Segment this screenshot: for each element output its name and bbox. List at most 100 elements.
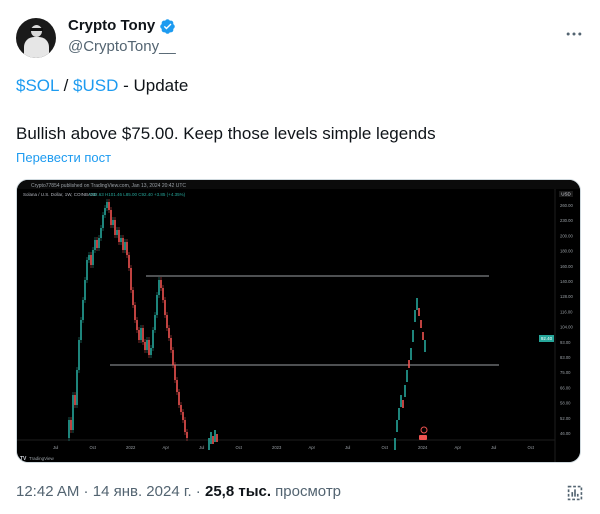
time-tick-label: Jul bbox=[53, 445, 58, 450]
candle bbox=[418, 308, 420, 316]
cashtag-sol[interactable]: $SOL bbox=[16, 76, 59, 95]
candle bbox=[186, 432, 188, 438]
author-handle[interactable]: @CryptoTony__ bbox=[68, 37, 176, 57]
candle bbox=[396, 420, 398, 432]
candle bbox=[184, 420, 186, 432]
title-suffix: - Update bbox=[118, 76, 189, 95]
candle bbox=[406, 370, 408, 382]
candle bbox=[160, 280, 162, 288]
candle bbox=[110, 210, 112, 225]
price-tick-label: 66.00 bbox=[560, 385, 571, 390]
candle bbox=[126, 242, 128, 255]
time-tick-label: 2023 bbox=[272, 445, 282, 450]
candle bbox=[212, 436, 214, 444]
price-chart: Crypto77854 published on TradingView.com… bbox=[17, 180, 580, 462]
chart-symbol: Solana / U.S. Dollar, 1W, COINBASE bbox=[23, 192, 97, 197]
analytics-icon[interactable] bbox=[564, 482, 586, 504]
candle bbox=[166, 315, 168, 328]
tradingview-logo-icon: TV bbox=[20, 456, 27, 462]
candle bbox=[398, 408, 400, 420]
candle bbox=[100, 228, 102, 238]
candle bbox=[164, 300, 166, 315]
candle bbox=[112, 220, 114, 225]
tradingview-watermark: TradingView bbox=[29, 456, 55, 461]
price-tick-label: 52.00 bbox=[560, 416, 571, 421]
author-name-row[interactable]: Crypto Tony bbox=[68, 16, 176, 36]
candle bbox=[80, 320, 82, 340]
candle bbox=[94, 240, 96, 250]
price-tick-label: 58.00 bbox=[560, 401, 571, 406]
event-badge bbox=[419, 435, 427, 440]
candle bbox=[412, 330, 414, 342]
candle bbox=[104, 208, 106, 215]
tweet-header: Crypto Tony @CryptoTony__ bbox=[16, 14, 584, 62]
candle bbox=[118, 230, 120, 242]
candle bbox=[394, 438, 396, 450]
candle bbox=[158, 280, 160, 295]
candle bbox=[142, 328, 144, 342]
currency-label: USD bbox=[561, 192, 571, 197]
candle bbox=[410, 348, 412, 360]
meta-separator: · bbox=[191, 483, 205, 500]
more-options-icon[interactable] bbox=[564, 24, 584, 44]
candle bbox=[76, 370, 78, 405]
price-tick-label: 93.00 bbox=[560, 340, 571, 345]
candle bbox=[150, 348, 152, 355]
candle bbox=[86, 260, 88, 280]
price-tick-label: 200.00 bbox=[560, 233, 573, 238]
candle bbox=[414, 310, 416, 322]
price-tick-label: 128.00 bbox=[560, 294, 573, 299]
time-tick-label: Oct bbox=[90, 445, 97, 450]
candle bbox=[174, 365, 176, 380]
candle bbox=[420, 320, 422, 328]
chart-image[interactable]: Crypto77854 published on TradingView.com… bbox=[16, 179, 581, 463]
candle bbox=[116, 230, 118, 235]
candle bbox=[106, 202, 108, 208]
candle bbox=[214, 430, 216, 442]
translate-link[interactable]: Перевести пост bbox=[16, 150, 111, 165]
candle bbox=[120, 238, 122, 242]
cashtag-usd[interactable]: $USD bbox=[73, 76, 118, 95]
candle bbox=[108, 202, 110, 210]
tweet-date[interactable]: 14 янв. 2024 г. bbox=[93, 483, 192, 500]
price-tick-label: 230.00 bbox=[560, 218, 573, 223]
candle bbox=[134, 305, 136, 320]
candle bbox=[422, 332, 424, 340]
candle bbox=[74, 395, 76, 405]
candle bbox=[178, 392, 180, 405]
price-tick-label: 46.00 bbox=[560, 431, 571, 436]
candle bbox=[154, 315, 156, 330]
time-tick-label: Apr bbox=[455, 445, 462, 450]
time-tick-label: Oct bbox=[382, 445, 389, 450]
price-tick-label: 260.00 bbox=[560, 203, 573, 208]
time-tick-label: Jul bbox=[491, 445, 496, 450]
meta-separator: · bbox=[79, 483, 93, 500]
candle bbox=[88, 255, 90, 260]
candle bbox=[78, 340, 80, 370]
price-tick-label: 160.00 bbox=[560, 264, 573, 269]
candle bbox=[148, 340, 150, 355]
candle bbox=[96, 240, 98, 248]
candle bbox=[162, 288, 164, 300]
candle bbox=[68, 420, 70, 438]
price-tick-label: 75.00 bbox=[560, 370, 571, 375]
price-tick-label: 140.00 bbox=[560, 279, 573, 284]
tweet-time[interactable]: 12:42 AM bbox=[16, 483, 79, 500]
candle bbox=[182, 412, 184, 420]
candle bbox=[72, 395, 74, 430]
tweet-title: $SOL / $USD - Update bbox=[16, 75, 188, 97]
display-name[interactable]: Crypto Tony bbox=[68, 16, 155, 36]
time-tick-label: Apr bbox=[309, 445, 316, 450]
candle bbox=[98, 238, 100, 248]
time-tick-label: 2022 bbox=[126, 445, 136, 450]
time-tick-label: Oct bbox=[236, 445, 243, 450]
candle bbox=[152, 330, 154, 348]
candle bbox=[132, 290, 134, 305]
verified-badge-icon bbox=[160, 18, 175, 34]
time-tick-label: 2024 bbox=[418, 445, 428, 450]
candle bbox=[168, 328, 170, 338]
candle bbox=[128, 255, 130, 268]
candle bbox=[144, 342, 146, 350]
candle bbox=[210, 432, 212, 444]
avatar[interactable] bbox=[16, 18, 56, 58]
